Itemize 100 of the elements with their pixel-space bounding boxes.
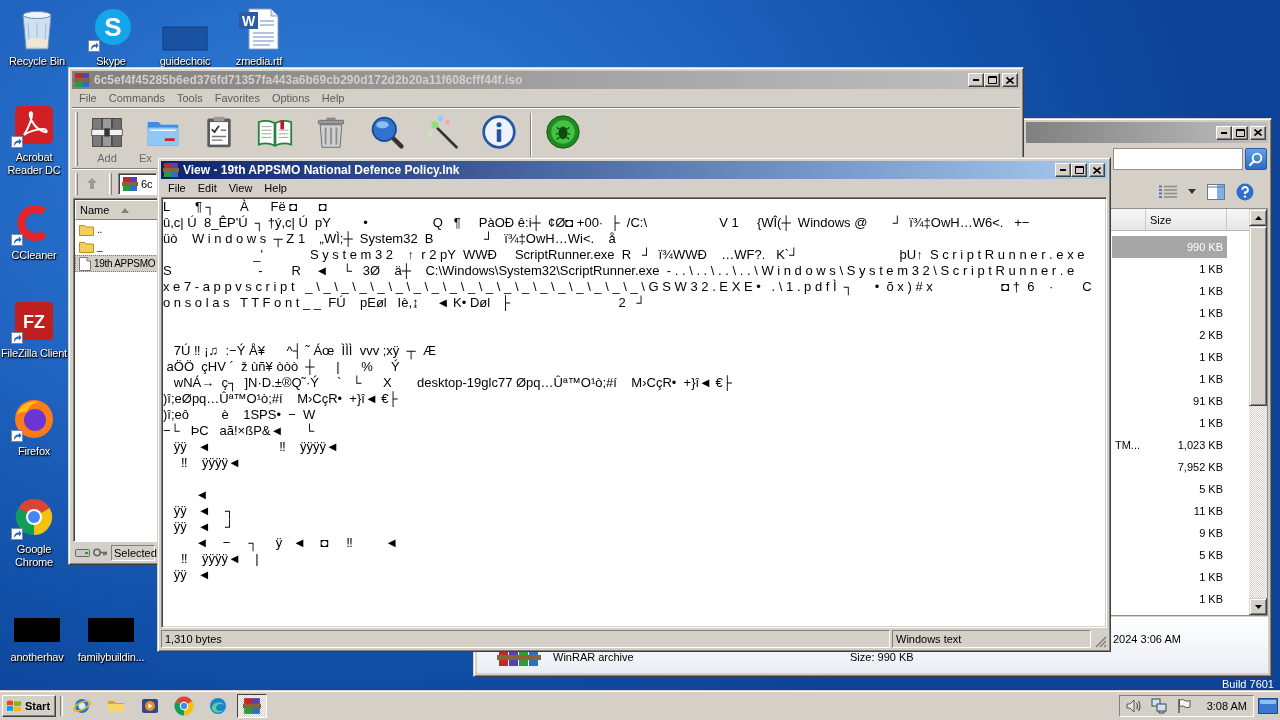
desktop-icon-label[interactable]: zmedia.rtf — [235, 55, 283, 68]
sort-arrow-icon — [121, 207, 130, 213]
close-button[interactable] — [1250, 125, 1266, 140]
file-row[interactable]: 91 KB — [1112, 390, 1227, 412]
scroll-down-button[interactable] — [1249, 598, 1267, 615]
menu-item[interactable]: Favorites — [208, 91, 266, 105]
details-view-icon[interactable] — [1159, 184, 1177, 199]
file-size: 2 KB — [1198, 329, 1224, 341]
file-content-text: L ¶ ┐ À Fë ◘ ◘ û,c| Ú 8_ÊP'Ú ┐ †ý,c| Ú pY • Q ¶ PàOÐ ê:i┼ ¢Ø◘ +00· ├ /C:\ V 1 {WÎ(┼ Windows @ ┘ ï¾‡OwH…W6<. +− üò W i n d o w s ┬ Z 1 „WÌ;┼ System32 B ┘ ï¾‡OwH…Wi<. å _' S y s t e m 3 2 ↑ r 2 pY WWÐ ScriptRunner.exe R ┘ ï¾WWÐ …WF?. K`┘ þU↑ S c r i p t R u n n e r . e x e S - R ◄ └ 3Ø ä┼ C:\Windows\System32\ScriptRunner.exe - . . \ . . \ . . \ . . \ W i n d o w s \ S y s t e m 3 2 \ S c r i p t R u n n e r . e x e 7 - a p p v s c r i p t _ \ _ \ _ \ _ \ _ \ _ \ _ \ _ \ _ \ _ \ _ \ _ \ _ \ _ \ _ \ _ \ _ \ _ \ _ \ G S W 3 2 . E X E • . \ 1 . p d f Ì ┐ • õ x ) # x ◘ † 6 · C o n s o l a s T T F o n t _ _ FÚ pEøl Iè,↨ ◄ K• Døl ├ 2 ┘ 7Ú ‼ ¡♫ :−Ý Å¥ ^┤ ˜ Áœ ÌÌÌ vvv ;xÿ ┬ Æ aÖÖ çHV ´ ž ùñ¥ òòò ┼ | % Ý wNÁ→ ç┐ ]N·D.±®Q˜·Ý ` └ X desktop-19glc77 Øpq…Ûª™O¹ò;#í M›CçR• +}î◄ €├ )î;eØpq…Ûª™O¹ò;#í M›CçR• +}î◄ €├ )î;eô è 1SPS• − W −└ ÞC aã!×ßP&◄ └ ÿÿ ◄ ‼ ÿÿÿÿ◄ ‼ ÿÿÿÿ◄ ◄ ÿÿ ◄ ┐ ÿÿ ◄ ┘ ◄ − ┐ ÿ ◄ ◘ ‼ ◄ ‼ ÿÿÿÿ◄ | ÿÿ ◄ — [163, 199, 1092, 583]
desktop-icon-label[interactable]: familybuildin... — [77, 651, 145, 664]
file-row[interactable]: 1 KB — [1112, 566, 1227, 588]
minimize-button[interactable] — [968, 73, 984, 87]
file-row[interactable]: 1 KB — [1112, 258, 1227, 280]
start-button[interactable]: Start — [2, 695, 56, 717]
close-button[interactable] — [1002, 73, 1018, 87]
desktop-icon-label[interactable]: FileZilla Client — [1, 347, 67, 360]
menu-item[interactable]: File — [73, 91, 103, 105]
menu-item[interactable]: File — [162, 181, 192, 195]
menu-item[interactable]: Help — [258, 181, 293, 195]
file-row[interactable]: 1 KB — [1112, 368, 1227, 390]
maximize-button[interactable] — [984, 73, 1000, 87]
close-button[interactable] — [1089, 163, 1105, 177]
toolbar-label[interactable]: Add — [97, 152, 117, 164]
flag-icon[interactable] — [1175, 698, 1192, 714]
desktop-icon-label[interactable]: Acrobat Reader DC — [0, 151, 68, 177]
menu-item[interactable]: Tools — [171, 91, 209, 105]
minimize-button[interactable] — [1216, 125, 1232, 140]
desktop-icon-label[interactable]: CCleaner — [11, 249, 57, 262]
magic-wand-icon[interactable] — [425, 114, 461, 150]
desktop-icon-label[interactable]: Recycle Bin — [9, 55, 65, 68]
file-row[interactable]: 2 KB — [1112, 324, 1227, 346]
desktop-icon-label[interactable]: Firefox — [17, 445, 51, 458]
preview-pane-icon[interactable] — [1207, 183, 1225, 200]
file-row[interactable]: _ — [75, 238, 158, 255]
file-size: 91 KB — [1192, 395, 1224, 407]
clock[interactable]: 3:08 AM — [1206, 700, 1247, 712]
file-size: 11 KB — [1192, 505, 1224, 517]
file-row[interactable]: .. — [75, 221, 158, 238]
path-field[interactable]: 6c — [118, 172, 157, 195]
file-row[interactable]: 11 KB — [1112, 500, 1227, 522]
file-row[interactable]: 1 KB — [1112, 346, 1227, 368]
file-size: 1 KB — [1198, 571, 1224, 583]
network-icon[interactable] — [1150, 698, 1167, 714]
desktop-icon-label[interactable]: anotherhav — [10, 651, 64, 664]
minimize-button[interactable] — [1055, 163, 1071, 177]
image-thumbnail[interactable] — [88, 618, 134, 642]
firefox-icon[interactable] — [12, 397, 56, 441]
maximize-button[interactable] — [1071, 163, 1087, 177]
menu-item[interactable]: Edit — [191, 181, 223, 195]
menu-item[interactable]: Help — [315, 91, 351, 105]
file-row[interactable]: 5 KB — [1112, 544, 1227, 566]
desktop-icon-label[interactable]: Google Chrome — [0, 543, 68, 569]
file-size: 1 KB — [1198, 373, 1224, 385]
browser-icon — [72, 696, 92, 716]
file-row[interactable]: 1 KB — [1112, 280, 1227, 302]
search-icon[interactable] — [369, 114, 405, 150]
file-row[interactable]: TM... 1,023 KB — [1112, 434, 1227, 456]
file-row[interactable]: 1 KB — [1112, 302, 1227, 324]
minimize-icon — [1221, 131, 1227, 134]
search-field[interactable] — [1113, 148, 1243, 170]
browser-icon — [208, 696, 228, 716]
file-size: 1 KB — [1198, 285, 1224, 297]
file-size: 1 KB — [1198, 417, 1224, 429]
file-row[interactable]: 1 KB — [1112, 588, 1227, 610]
file-size-text: Size: 990 KB — [850, 651, 914, 663]
desktop-icon-label[interactable]: guidechoic — [159, 55, 211, 68]
caret-icon[interactable] — [1188, 189, 1196, 194]
file-row[interactable]: 9 KB — [1112, 522, 1227, 544]
desktop-icon-label[interactable]: Skype — [96, 55, 126, 68]
minimize-icon — [973, 79, 979, 81]
file-row[interactable]: 19th APPSMO — [75, 255, 158, 272]
scroll-up-button[interactable] — [1249, 209, 1267, 226]
start-logo-icon — [6, 699, 22, 713]
scroll-thumb[interactable] — [1249, 226, 1267, 406]
menu-item[interactable]: Options — [265, 91, 316, 105]
taskbar-button[interactable] — [237, 694, 267, 718]
toolbar-label[interactable]: Ex — [139, 152, 152, 164]
show-desktop-icon[interactable] — [1258, 698, 1278, 714]
acrobat-icon[interactable] — [12, 103, 56, 147]
archive-icon — [122, 175, 138, 192]
file-row[interactable]: 7,952 KB — [1112, 456, 1227, 478]
image-thumbnail[interactable] — [14, 618, 60, 642]
up-arrow-icon — [1254, 215, 1262, 220]
maximize-button[interactable] — [1232, 125, 1248, 140]
file-row[interactable]: 1 KB — [1112, 412, 1227, 434]
search-button[interactable] — [1245, 148, 1267, 170]
bug-icon[interactable] — [545, 114, 581, 150]
file-row[interactable]: 5 KB — [1112, 478, 1227, 500]
menu-item[interactable]: Commands — [102, 91, 171, 105]
resize-grip-icon[interactable] — [1095, 636, 1107, 648]
file-size: 5 KB — [1198, 483, 1224, 495]
column-header[interactable]: Name — [75, 200, 158, 220]
status-text: Selected — [111, 544, 155, 561]
column-header[interactable]: Size — [1146, 209, 1227, 230]
maximize-icon — [987, 76, 997, 84]
speaker-icon[interactable] — [1125, 698, 1142, 714]
info-icon[interactable] — [481, 114, 517, 150]
help-icon[interactable] — [1236, 182, 1254, 201]
menu-item[interactable]: View — [222, 181, 259, 195]
filezilla-icon[interactable]: FZ — [12, 299, 56, 343]
